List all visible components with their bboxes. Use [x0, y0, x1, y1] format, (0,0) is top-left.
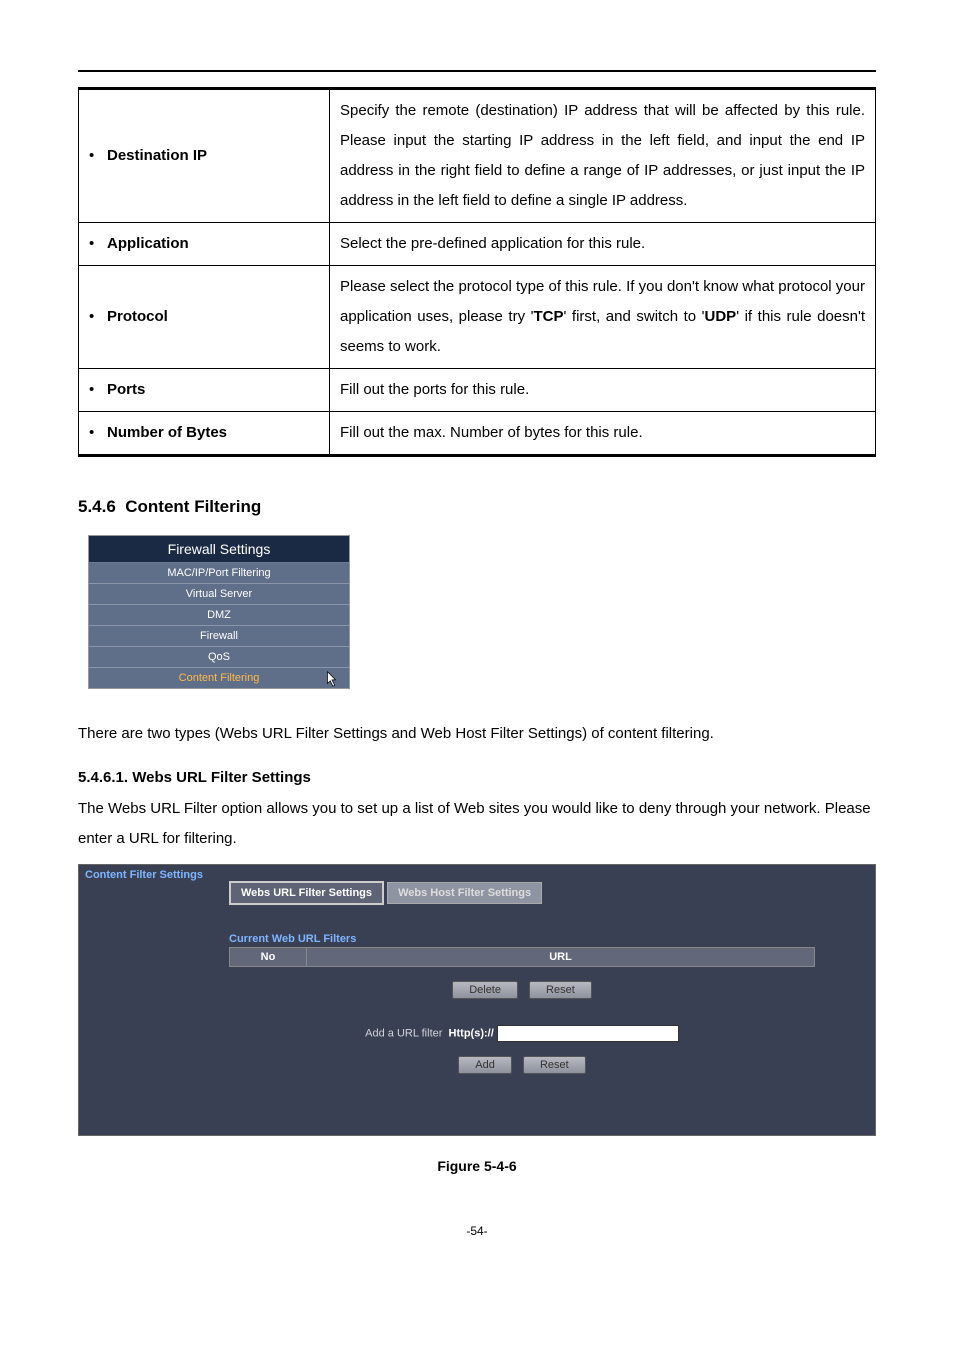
row-protocol-val: Please select the protocol type of this …: [330, 266, 876, 369]
reset-button-2[interactable]: Reset: [523, 1056, 586, 1074]
sidebar-head: Firewall Settings: [89, 536, 349, 563]
figure-caption: Figure 5-4-6: [78, 1158, 876, 1174]
sidebar-item-virtual-server[interactable]: Virtual Server: [89, 584, 349, 605]
definition-table: •Destination IP Specify the remote (dest…: [78, 87, 876, 457]
tab-webs-url[interactable]: Webs URL Filter Settings: [229, 881, 384, 905]
col-url: URL: [307, 948, 815, 967]
panel-sidebar-title: Content Filter Settings: [85, 869, 207, 881]
row-application-key: •Application: [79, 223, 330, 266]
row-destination-ip-key: •Destination IP: [79, 89, 330, 223]
sidebar-item-qos[interactable]: QoS: [89, 647, 349, 668]
row-protocol-key: •Protocol: [79, 266, 330, 369]
cursor-icon: [323, 670, 341, 691]
panel-tabs: Webs URL Filter Settings Webs Host Filte…: [229, 881, 815, 905]
reset-button-1[interactable]: Reset: [529, 981, 592, 999]
sidebar-item-content-filtering[interactable]: Content Filtering: [89, 668, 349, 688]
row-ports-key: •Ports: [79, 369, 330, 412]
tab-webs-host[interactable]: Webs Host Filter Settings: [387, 882, 542, 904]
content-filter-panel: Content Filter Settings Webs URL Filter …: [78, 864, 876, 1136]
firewall-sidebar: Firewall Settings MAC/IP/Port Filtering …: [88, 535, 350, 689]
sidebar-item-dmz[interactable]: DMZ: [89, 605, 349, 626]
sidebar-item-mac-ip-port[interactable]: MAC/IP/Port Filtering: [89, 563, 349, 584]
add-button[interactable]: Add: [458, 1056, 512, 1074]
delete-button[interactable]: Delete: [452, 981, 518, 999]
row-destination-ip-val: Specify the remote (destination) IP addr…: [330, 89, 876, 223]
row-bytes-key: •Number of Bytes: [79, 412, 330, 456]
sidebar-item-firewall[interactable]: Firewall: [89, 626, 349, 647]
url-input[interactable]: [497, 1025, 679, 1042]
table-title: Current Web URL Filters: [229, 933, 815, 945]
section-heading: 5.4.6 Content Filtering: [78, 497, 876, 517]
row-ports-val: Fill out the ports for this rule.: [330, 369, 876, 412]
row-application-val: Select the pre-defined application for t…: [330, 223, 876, 266]
row-bytes-val: Fill out the max. Number of bytes for th…: [330, 412, 876, 456]
subsection-heading: 5.4.6.1. Webs URL Filter Settings: [78, 769, 876, 786]
add-url-prefix: Http(s)://: [449, 1027, 494, 1039]
subsection-paragraph: The Webs URL Filter option allows you to…: [78, 794, 876, 854]
add-url-label: Add a URL filter: [365, 1027, 442, 1039]
intro-paragraph: There are two types (Webs URL Filter Set…: [78, 719, 876, 749]
page-number: -54-: [78, 1224, 876, 1238]
panel-sidebar: Content Filter Settings: [79, 865, 213, 885]
col-no: No: [230, 948, 307, 967]
url-filters-table: No URL: [229, 947, 815, 967]
